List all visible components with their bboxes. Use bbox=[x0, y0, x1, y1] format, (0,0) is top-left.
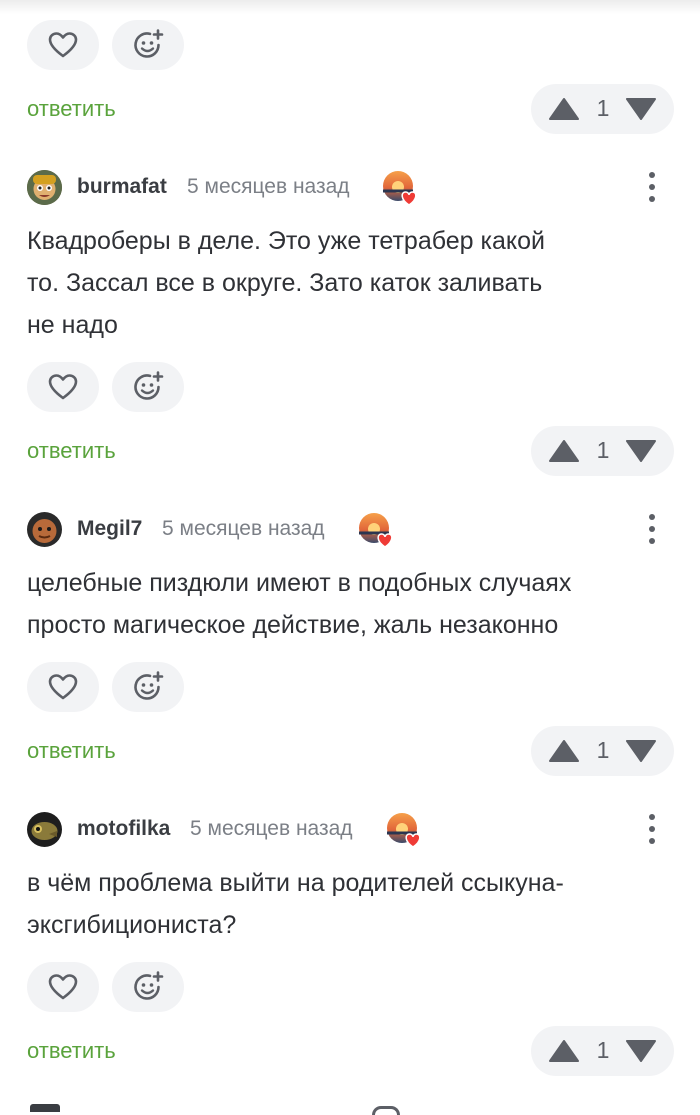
avatar[interactable] bbox=[27, 812, 62, 847]
arrow-up-icon[interactable] bbox=[548, 1039, 580, 1063]
comment-time: 5 месяцев назад bbox=[162, 517, 325, 540]
comment-line: в чём проблема выйти на родителей ссыкун… bbox=[27, 869, 564, 897]
arrow-down-icon[interactable] bbox=[625, 439, 657, 463]
vote-control: 1 bbox=[531, 726, 674, 776]
smiley-add-icon bbox=[134, 371, 164, 400]
arrow-down-icon[interactable] bbox=[625, 739, 657, 763]
like-button[interactable] bbox=[27, 962, 99, 1012]
comment-line: просто магическое действие, жаль незакон… bbox=[27, 611, 559, 639]
arrow-up-icon[interactable] bbox=[548, 739, 580, 763]
comment-text: в чём проблема выйти на родителей ссыкун… bbox=[27, 862, 677, 946]
sunset-heart-badge-icon bbox=[387, 813, 421, 848]
comment-line: эксгибициониста? bbox=[27, 911, 237, 939]
arrow-down-icon[interactable] bbox=[625, 1039, 657, 1063]
heart-icon bbox=[48, 374, 78, 400]
reply-link[interactable]: ответить bbox=[27, 1038, 116, 1064]
add-reaction-button[interactable] bbox=[112, 362, 184, 412]
smiley-add-icon bbox=[134, 671, 164, 700]
reply-link[interactable]: ответить bbox=[27, 96, 116, 122]
comment-line: не надо bbox=[27, 311, 118, 339]
add-reaction-button[interactable] bbox=[112, 962, 184, 1012]
comment-line: целебные пиздюли имеют в подобных случая… bbox=[27, 569, 572, 597]
vote-control: 1 bbox=[531, 1026, 674, 1076]
smiley-add-icon bbox=[134, 971, 164, 1000]
sunset-heart-badge-icon bbox=[383, 171, 417, 206]
comment-time: 5 месяцев назад bbox=[190, 817, 353, 840]
smiley-add-icon bbox=[134, 29, 164, 58]
add-reaction-button[interactable] bbox=[112, 662, 184, 712]
next-comment-cutoff bbox=[30, 1104, 60, 1112]
heart-icon bbox=[48, 32, 78, 58]
vote-count: 1 bbox=[596, 437, 610, 463]
more-dots-icon[interactable] bbox=[642, 170, 662, 204]
heart-icon bbox=[48, 974, 78, 1000]
reply-link[interactable]: ответить bbox=[27, 438, 116, 464]
like-button[interactable] bbox=[27, 662, 99, 712]
comment-author[interactable]: motofilka bbox=[77, 817, 170, 841]
like-button[interactable] bbox=[27, 20, 99, 70]
avatar[interactable] bbox=[27, 170, 62, 205]
comment-author[interactable]: Megil7 bbox=[77, 517, 142, 541]
vote-count: 1 bbox=[596, 737, 610, 763]
comment-author[interactable]: burmafat bbox=[77, 175, 167, 199]
more-dots-icon[interactable] bbox=[642, 812, 662, 846]
next-comment-cutoff bbox=[372, 1106, 400, 1115]
add-reaction-button[interactable] bbox=[112, 20, 184, 70]
comment-time: 5 месяцев назад bbox=[187, 175, 350, 198]
top-shadow bbox=[0, 0, 700, 14]
comment-text: Квадроберы в деле. Это уже тетрабер како… bbox=[27, 220, 677, 346]
vote-control: 1 bbox=[531, 426, 674, 476]
arrow-down-icon[interactable] bbox=[625, 97, 657, 121]
arrow-up-icon[interactable] bbox=[548, 439, 580, 463]
sunset-heart-badge-icon bbox=[359, 513, 393, 548]
comment-line: то. Зассал все в округе. Зато каток зали… bbox=[27, 269, 543, 297]
arrow-up-icon[interactable] bbox=[548, 97, 580, 121]
more-dots-icon[interactable] bbox=[642, 512, 662, 546]
reply-link[interactable]: ответить bbox=[27, 738, 116, 764]
comment-line: Квадроберы в деле. Это уже тетрабер како… bbox=[27, 227, 546, 255]
comment-text: целебные пиздюли имеют в подобных случая… bbox=[27, 562, 677, 646]
vote-control: 1 bbox=[531, 84, 674, 134]
vote-count: 1 bbox=[596, 1037, 610, 1063]
vote-count: 1 bbox=[596, 95, 610, 121]
avatar[interactable] bbox=[27, 512, 62, 547]
like-button[interactable] bbox=[27, 362, 99, 412]
heart-icon bbox=[48, 674, 78, 700]
